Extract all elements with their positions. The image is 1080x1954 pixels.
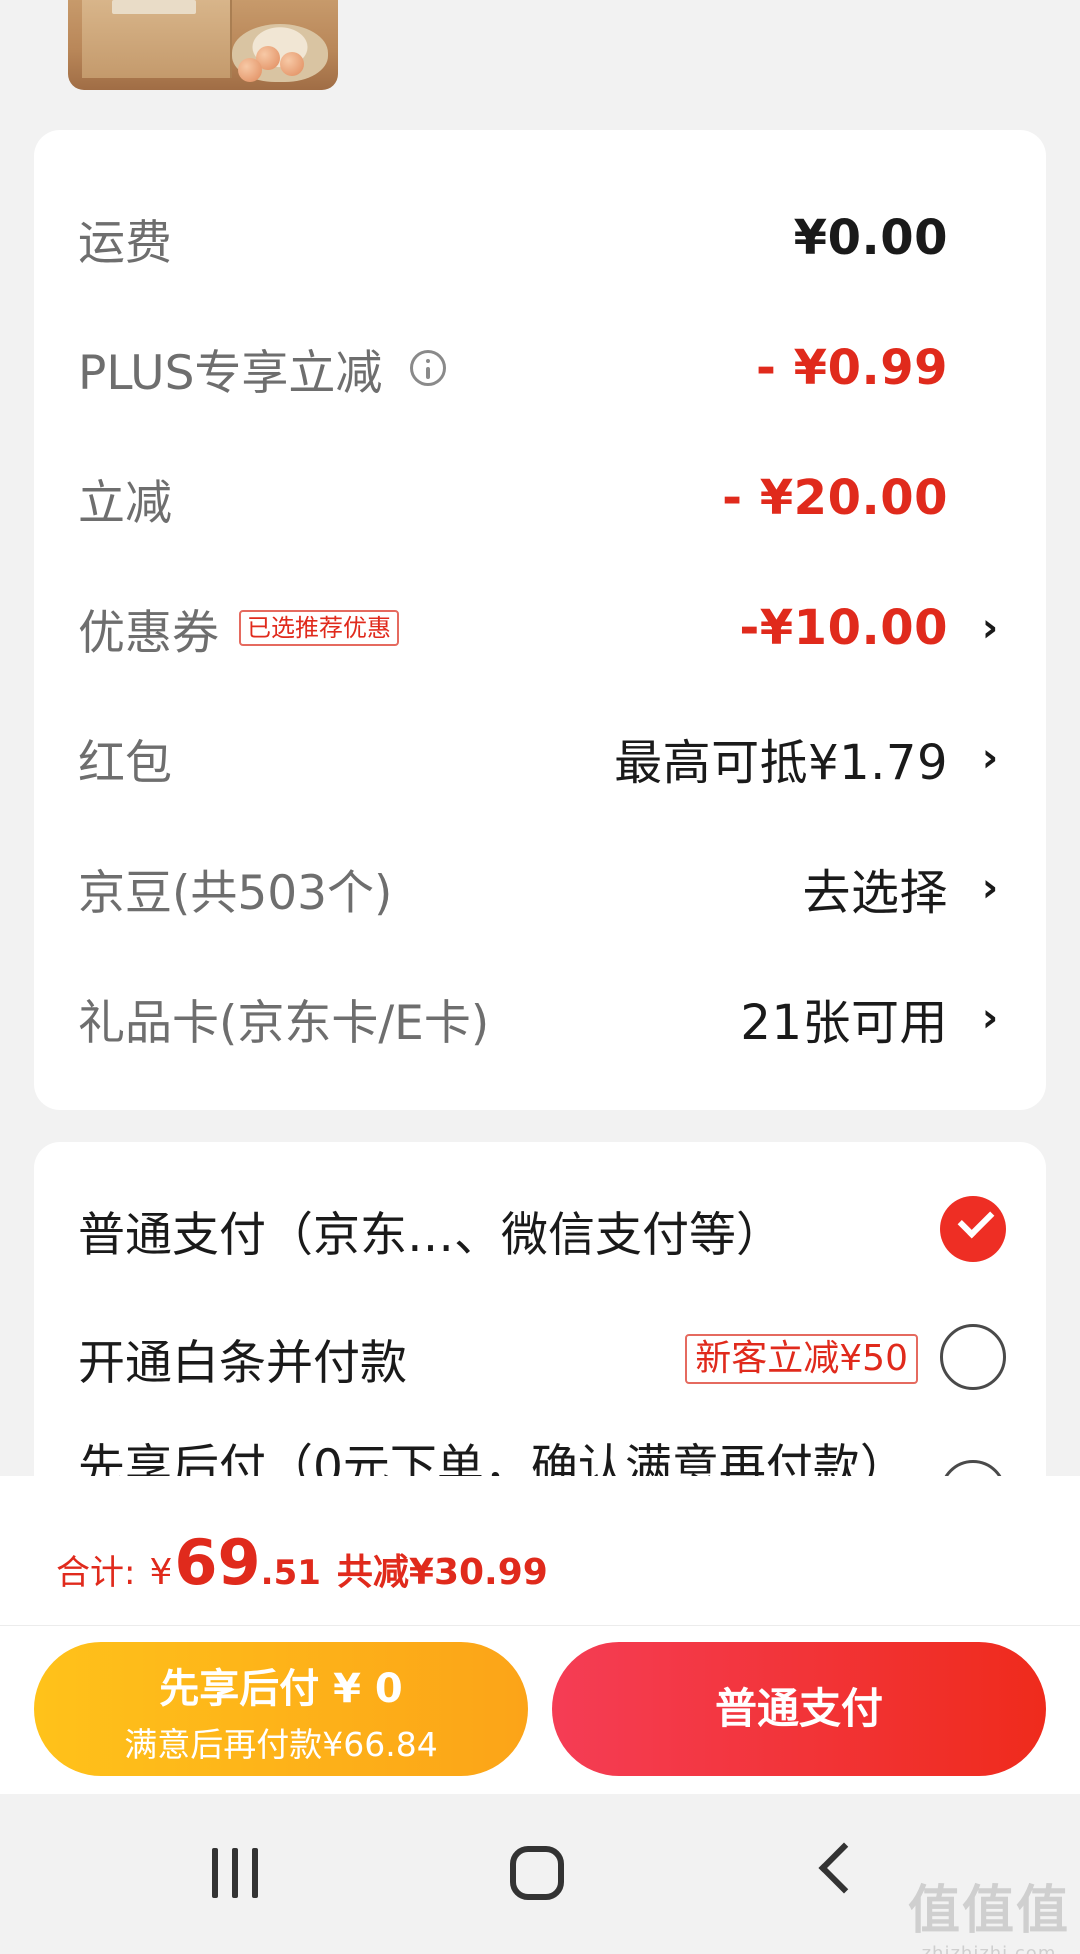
total-integer: 69 [174,1526,261,1599]
redpacket-value: 最高可抵¥1.79 [614,735,948,791]
instant-discount-row: 立减 - ¥20.00 [34,448,1046,548]
plus-discount-row: PLUS专享立减 - ¥0.99 [34,318,1046,418]
shipping-value: ¥0.00 [793,210,948,266]
giftcard-value: 21张可用 [740,995,948,1051]
system-nav-bar: 值值值 zhizhizhi.com [0,1794,1080,1954]
order-total: 合计: ¥ 69 .51 共减¥30.99 [56,1526,548,1599]
payment-option-baitiao-label: 开通白条并付款 [78,1336,407,1391]
action-bar: 先享后付 ¥ 0 满意后再付款¥66.84 普通支付 [0,1626,1080,1794]
redpacket-row[interactable]: 红包 最高可抵¥1.79 › [34,708,1046,808]
checkout-page: 运费 ¥0.00 PLUS专享立减 - ¥0.99 立减 - ¥20.00 优惠… [0,0,1080,1954]
normal-pay-button[interactable]: 普通支付 [552,1642,1046,1776]
shipping-row: 运费 ¥0.00 [34,188,1046,288]
total-decimal: .51 [260,1553,321,1593]
order-total-bar: 合计: ¥ 69 .51 共减¥30.99 [0,1476,1080,1626]
jingdou-label: 京豆(共503个) [78,865,393,921]
shipping-label: 运费 [78,215,172,271]
product-thumbnail[interactable] [68,0,338,90]
payment-option-normal[interactable]: 普通支付（京东…、微信支付等） [34,1168,1046,1288]
total-saved: 共减¥30.99 [336,1552,548,1593]
check-circle-icon[interactable] [940,1196,1006,1262]
instant-discount-value: - ¥20.00 [722,470,948,526]
nav-back-icon[interactable] [818,1842,870,1894]
chevron-right-icon[interactable]: › [978,735,1002,781]
chevron-right-icon[interactable]: › [978,865,1002,911]
nav-recent-icon[interactable] [212,1848,260,1898]
giftcard-label: 礼品卡(京东卡/E卡) [78,995,490,1051]
chevron-right-icon[interactable]: › [978,995,1002,1041]
jingdou-row[interactable]: 京豆(共503个) 去选择 › [34,838,1046,938]
coupon-recommended-tag: 已选推荐优惠 [239,610,399,646]
new-customer-promo-tag: 新客立减¥50 [685,1334,918,1384]
pay-later-title: 先享后付 ¥ 0 [159,1666,403,1712]
coupon-value: -¥10.00 [739,600,948,656]
fee-summary-card: 运费 ¥0.00 PLUS专享立减 - ¥0.99 立减 - ¥20.00 优惠… [34,130,1046,1110]
pay-later-button[interactable]: 先享后付 ¥ 0 满意后再付款¥66.84 [34,1642,528,1776]
coupon-label: 优惠券 [78,605,219,661]
jingdou-value: 去选择 [802,865,948,921]
payment-option-baitiao[interactable]: 开通白条并付款 新客立减¥50 [34,1296,1046,1416]
total-currency: ¥ [149,1552,173,1593]
chevron-right-icon[interactable]: › [978,605,1002,651]
instant-discount-label: 立减 [78,475,172,531]
total-label: 合计: [56,1553,136,1593]
info-icon[interactable] [410,350,447,386]
plus-discount-label: PLUS专享立减 [78,345,383,401]
plus-discount-value: - ¥0.99 [756,340,948,396]
giftcard-row[interactable]: 礼品卡(京东卡/E卡) 21张可用 › [34,968,1046,1068]
payment-option-normal-label: 普通支付（京东…、微信支付等） [78,1208,783,1263]
watermark: 值值值 zhizhizhi.com [907,1881,1070,1954]
pay-later-subtitle: 满意后再付款¥66.84 [124,1725,438,1764]
egg-box-image [82,0,232,78]
redpacket-label: 红包 [78,735,172,791]
coupon-row[interactable]: 优惠券 已选推荐优惠 -¥10.00 › [34,578,1046,678]
nav-home-icon[interactable] [510,1846,564,1900]
radio-empty-icon[interactable] [940,1324,1006,1390]
